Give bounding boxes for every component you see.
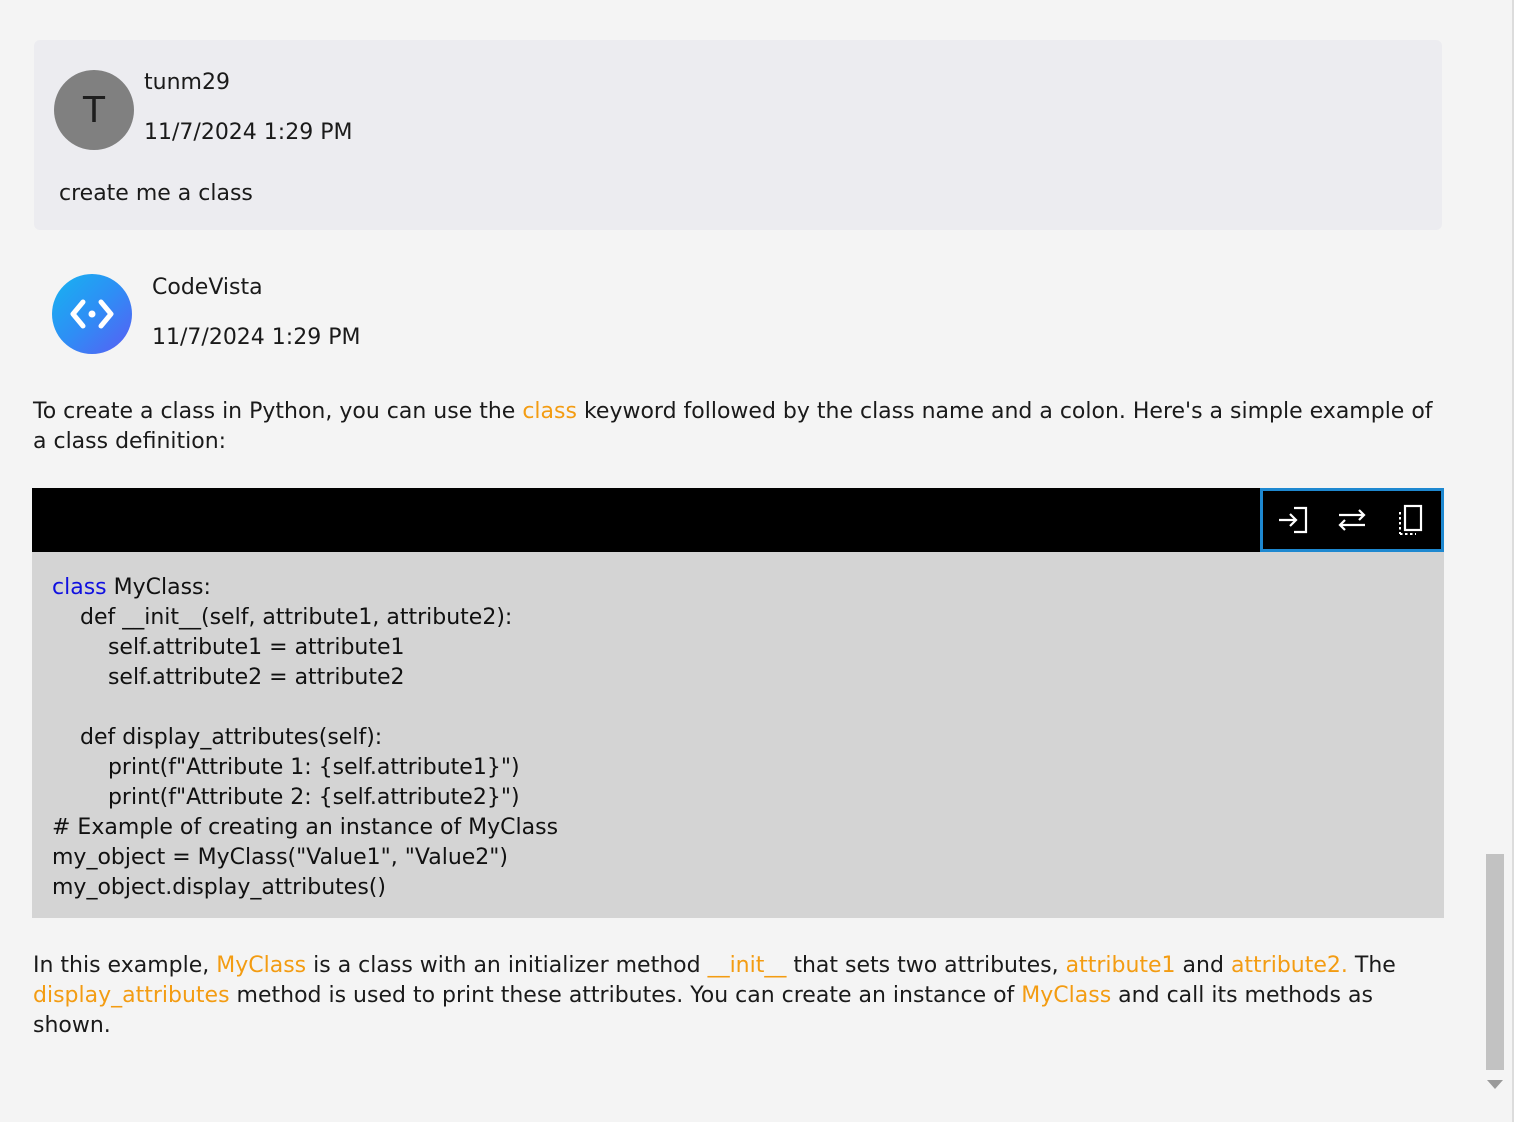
code-keyword: class <box>52 575 107 600</box>
inline-code: MyClass <box>216 953 307 978</box>
bot-timestamp: 11/7/2024 1:29 PM <box>152 325 361 350</box>
codevista-logo-icon <box>52 274 132 354</box>
inline-code-class: class <box>522 399 577 424</box>
outro-text-part: The <box>1347 953 1396 978</box>
outro-text-part: is a class with an initializer method <box>306 953 708 978</box>
user-avatar: T <box>54 70 134 150</box>
chat-panel: T tunm29 11/7/2024 1:29 PM create me a c… <box>0 0 1514 1122</box>
code-text: class MyClass: def __init__(self, attrib… <box>52 573 558 903</box>
copy-code-icon[interactable] <box>1391 500 1431 540</box>
intro-text-part: To create a class in Python, you can use… <box>33 399 523 424</box>
inline-code: MyClass <box>1021 983 1112 1008</box>
code-block-header <box>32 488 1444 552</box>
insert-code-icon[interactable] <box>1273 500 1313 540</box>
code-toolbar <box>1260 488 1444 552</box>
user-avatar-initial: T <box>83 89 105 131</box>
inline-code: attribute2. <box>1230 953 1348 978</box>
inline-code: display_attributes <box>33 983 230 1008</box>
outro-text-part: and <box>1175 953 1231 978</box>
replace-code-icon[interactable] <box>1332 500 1372 540</box>
user-message-text: create me a class <box>59 181 253 206</box>
inline-code: attribute1 <box>1065 953 1176 978</box>
scroll-down-arrow-icon[interactable] <box>1487 1080 1503 1089</box>
outro-text-part: method is used to print these attributes… <box>229 983 1022 1008</box>
inline-code: __init__ <box>707 953 787 978</box>
scrollbar-thumb[interactable] <box>1486 854 1504 1070</box>
bot-outro-text: In this example, MyClass is a class with… <box>33 951 1453 1041</box>
outro-text-part: that sets two attributes, <box>786 953 1066 978</box>
code-block[interactable]: class MyClass: def __init__(self, attrib… <box>32 552 1444 918</box>
bot-name: CodeVista <box>152 275 263 300</box>
user-timestamp: 11/7/2024 1:29 PM <box>144 120 353 145</box>
code-first-line: MyClass: <box>106 575 211 600</box>
code-rest: def __init__(self, attribute1, attribute… <box>52 605 559 900</box>
outro-text-part: In this example, <box>33 953 217 978</box>
user-name: tunm29 <box>144 70 230 95</box>
user-message-card: T tunm29 11/7/2024 1:29 PM create me a c… <box>34 40 1442 230</box>
bot-intro-text: To create a class in Python, you can use… <box>33 397 1443 457</box>
